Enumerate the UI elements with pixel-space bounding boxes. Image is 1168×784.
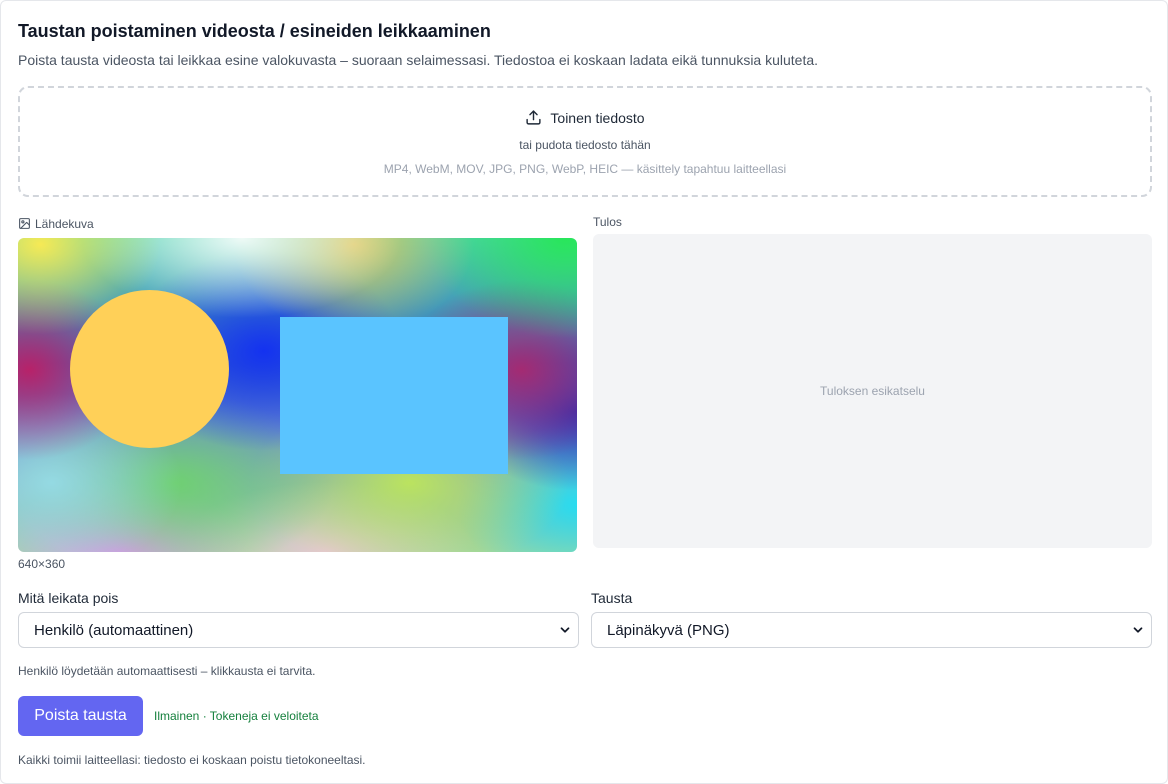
result-preview: Tuloksen esikatselu bbox=[593, 234, 1152, 548]
auto-detect-hint: Henkilö löydetään automaattisesti – klik… bbox=[18, 664, 316, 678]
background-select-label: Tausta bbox=[591, 590, 633, 606]
privacy-footer: Kaikki toimii laitteellasi: tiedosto ei … bbox=[18, 753, 366, 767]
source-label: Lähdekuva bbox=[18, 217, 94, 231]
blue-rectangle-shape bbox=[280, 317, 508, 474]
file-dropzone[interactable]: Toinen tiedosto tai pudota tiedosto tähä… bbox=[18, 86, 1152, 197]
upload-icon bbox=[526, 110, 541, 125]
background-select[interactable]: Läpinäkyvä (PNG) bbox=[591, 612, 1152, 648]
yellow-circle-shape bbox=[70, 290, 229, 448]
cut-target-select[interactable]: Henkilö (automaattinen) bbox=[18, 612, 579, 648]
drop-hint: tai pudota tiedosto tähän bbox=[519, 138, 651, 152]
background-value: Läpinäkyvä (PNG) bbox=[607, 622, 730, 639]
image-icon bbox=[19, 218, 30, 229]
page-subtitle: Poista tausta videosta tai leikkaa esine… bbox=[18, 52, 819, 68]
result-label: Tulos bbox=[593, 215, 622, 229]
remove-background-button[interactable]: Poista tausta bbox=[18, 696, 143, 736]
upload-label: Toinen tiedosto bbox=[550, 110, 645, 126]
result-placeholder: Tuloksen esikatselu bbox=[820, 384, 925, 398]
supported-formats: MP4, WebM, MOV, JPG, PNG, WebP, HEIC — k… bbox=[383, 162, 787, 176]
upload-file-button[interactable]: Toinen tiedosto bbox=[20, 109, 1150, 126]
page-title: Taustan poistaminen videosta / esineiden… bbox=[18, 21, 491, 41]
source-label-text: Lähdekuva bbox=[35, 217, 94, 231]
source-image-preview bbox=[18, 238, 577, 552]
cut-select-label: Mitä leikata pois bbox=[18, 590, 119, 606]
chevron-down-icon bbox=[560, 627, 570, 633]
free-note: Ilmainen · Tokeneja ei veloiteta bbox=[154, 709, 319, 723]
background-removal-panel: Taustan poistaminen videosta / esineiden… bbox=[0, 0, 1168, 784]
chevron-down-icon bbox=[1133, 627, 1143, 633]
cut-target-value: Henkilö (automaattinen) bbox=[34, 622, 194, 639]
source-dimensions: 640×360 bbox=[18, 557, 66, 571]
